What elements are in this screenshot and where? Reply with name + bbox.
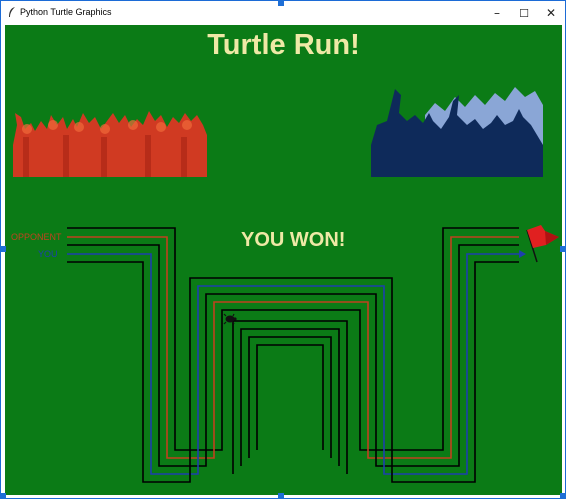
track-inner-loop-2 <box>248 336 332 458</box>
resize-handle-right[interactable] <box>560 246 566 252</box>
close-icon: ✕ <box>545 6 557 20</box>
resize-handle-left[interactable] <box>0 246 6 252</box>
maximize-button[interactable]: ☐ <box>510 1 538 25</box>
opponent-lane <box>67 236 519 459</box>
resize-handle-bottom-left[interactable] <box>0 493 6 499</box>
window-title: Python Turtle Graphics <box>20 7 112 17</box>
resize-handle-top[interactable] <box>278 0 284 6</box>
turtle-canvas[interactable]: Turtle Run! OPPONENT YOU YOU WON! <box>5 25 562 495</box>
race-track <box>67 225 559 483</box>
resize-handle-bottom[interactable] <box>278 493 284 499</box>
you-lane-label: YOU <box>38 249 58 259</box>
minimize-button[interactable]: – <box>483 1 511 25</box>
minimize-icon: – <box>494 6 500 20</box>
close-button[interactable]: ✕ <box>537 1 565 25</box>
result-message: YOU WON! <box>241 229 346 251</box>
opponent-lane-label: OPPONENT <box>11 232 62 242</box>
track-inner-loop <box>256 344 324 450</box>
maximize-icon: ☐ <box>519 6 529 20</box>
turtle-graphics-window: Python Turtle Graphics – ☐ ✕ Turtle Run! <box>0 0 566 499</box>
feather-app-icon <box>9 7 15 17</box>
track-inner-loop-3 <box>240 328 340 466</box>
red-flag-icon <box>526 225 559 263</box>
resize-handle-bottom-right[interactable] <box>560 493 566 499</box>
track-inner-loop-4 <box>232 320 348 474</box>
turtle-icon <box>223 313 237 325</box>
you-arrow-marker <box>519 250 526 258</box>
